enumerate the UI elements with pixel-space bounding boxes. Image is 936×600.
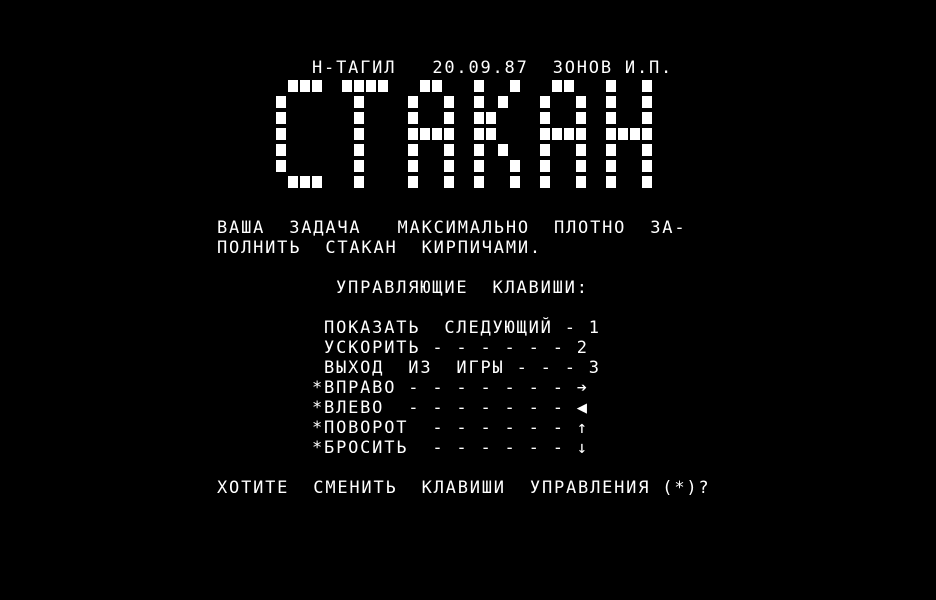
logo-block: [444, 112, 454, 124]
logo-block: [474, 96, 484, 108]
logo-block: [408, 128, 418, 140]
logo-block: [354, 144, 364, 156]
logo-block: [564, 128, 574, 140]
logo-block: [288, 80, 298, 92]
logo-block: [354, 176, 364, 188]
logo-block: [354, 112, 364, 124]
logo-block: [354, 128, 364, 140]
control-rotate: *ПОВОРОТ - - - - - - ↑: [312, 418, 589, 438]
logo-block: [576, 160, 586, 172]
logo-block: [606, 160, 616, 172]
logo-block: [354, 96, 364, 108]
logo-block: [606, 128, 616, 140]
logo-block: [474, 112, 484, 124]
logo-block: [540, 144, 550, 156]
logo-block: [420, 128, 430, 140]
logo-block: [606, 80, 616, 92]
logo-block: [642, 176, 652, 188]
logo-block: [444, 176, 454, 188]
logo-block: [510, 176, 520, 188]
logo-block: [576, 112, 586, 124]
logo-block: [288, 176, 298, 188]
logo-block: [276, 160, 286, 172]
logo-block: [540, 96, 550, 108]
logo-block: [642, 144, 652, 156]
logo-block: [540, 128, 550, 140]
logo-block: [474, 80, 484, 92]
logo-block: [408, 144, 418, 156]
logo-block: [342, 80, 352, 92]
control-show-next: ПОКАЗАТЬ СЛЕДУЮЩИЙ - 1: [312, 318, 601, 338]
logo-block: [444, 144, 454, 156]
logo-block: [576, 96, 586, 108]
logo-block: [408, 112, 418, 124]
control-move-right: *ВПРАВО - - - - - - - ➔: [312, 378, 589, 398]
control-exit-game: ВЫХОД ИЗ ИГРЫ - - - 3: [312, 358, 601, 378]
logo-block: [276, 144, 286, 156]
logo-block: [432, 80, 442, 92]
logo-block: [540, 112, 550, 124]
logo-block: [366, 80, 376, 92]
logo-block: [300, 176, 310, 188]
logo-block: [540, 176, 550, 188]
task-text-line-2: ПОЛНИТЬ СТАКАН КИРПИЧАМИ.: [217, 238, 542, 258]
game-screen: Н-ТАГИЛ 20.09.87 ЗОНОВ И.П. ВАША ЗАДАЧА …: [0, 0, 936, 600]
logo-block: [408, 160, 418, 172]
logo-block: [408, 96, 418, 108]
logo-block: [510, 80, 520, 92]
control-move-left: *ВЛЕВО - - - - - - - ◀: [312, 398, 589, 418]
logo-block: [276, 112, 286, 124]
logo-block: [354, 80, 364, 92]
logo-block: [552, 128, 562, 140]
logo-block: [486, 112, 496, 124]
logo-block: [630, 128, 640, 140]
logo-block: [432, 128, 442, 140]
logo-block: [606, 96, 616, 108]
logo-block: [552, 80, 562, 92]
logo-block: [276, 128, 286, 140]
logo-block: [498, 96, 508, 108]
logo-block: [576, 144, 586, 156]
logo-block: [408, 176, 418, 188]
logo-block: [618, 128, 628, 140]
logo-block: [420, 80, 430, 92]
logo-block: [642, 80, 652, 92]
logo-block: [444, 128, 454, 140]
logo-block: [444, 96, 454, 108]
logo-block: [276, 96, 286, 108]
logo-block: [642, 160, 652, 172]
logo-block: [540, 160, 550, 172]
logo-block: [354, 160, 364, 172]
logo-block: [642, 112, 652, 124]
controls-heading: УПРАВЛЯЮЩИЕ КЛАВИШИ:: [336, 278, 589, 298]
logo-block: [606, 112, 616, 124]
logo-block: [576, 128, 586, 140]
logo-block: [312, 176, 322, 188]
logo-block: [606, 144, 616, 156]
logo-block: [486, 128, 496, 140]
task-text-line-1: ВАША ЗАДАЧА МАКСИМАЛЬНО ПЛОТНО ЗА-: [217, 218, 687, 238]
logo-block: [642, 96, 652, 108]
change-keys-prompt: ХОТИТЕ СМЕНИТЬ КЛАВИШИ УПРАВЛЕНИЯ (*)?: [217, 478, 711, 498]
logo-block: [498, 144, 508, 156]
header-line: Н-ТАГИЛ 20.09.87 ЗОНОВ И.П.: [312, 58, 674, 78]
logo-block: [300, 80, 310, 92]
logo-block: [564, 80, 574, 92]
logo-block: [474, 176, 484, 188]
logo-block: [378, 80, 388, 92]
control-drop: *БРОСИТЬ - - - - - - ↓: [312, 438, 589, 458]
logo-block: [474, 144, 484, 156]
logo-block: [474, 128, 484, 140]
logo-block: [576, 176, 586, 188]
logo-block: [444, 160, 454, 172]
control-speed-up: УСКОРИТЬ - - - - - - 2: [312, 338, 589, 358]
logo-block: [312, 80, 322, 92]
logo-block: [510, 160, 520, 172]
logo-block: [642, 128, 652, 140]
logo-block: [606, 176, 616, 188]
logo-block: [474, 160, 484, 172]
